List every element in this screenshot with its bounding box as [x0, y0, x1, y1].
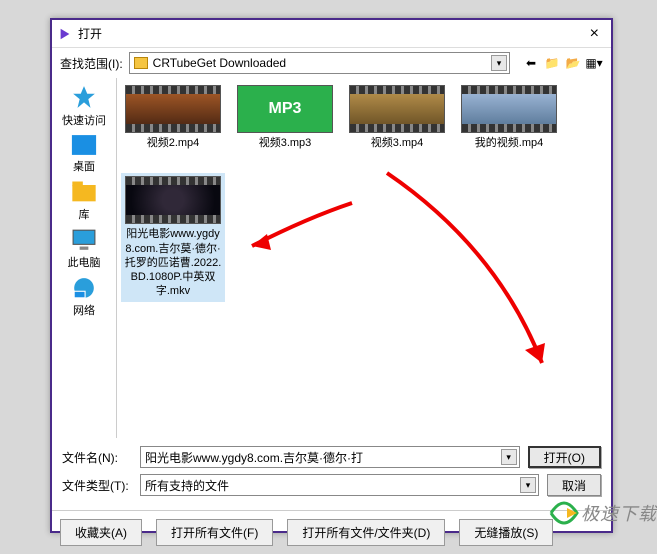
form-area: 文件名(N): 阳光电影www.ygdy8.com.吉尔莫·德尔·打 ▾ 打开(…	[52, 438, 611, 510]
file-name: 阳光电影www.ygdy8.com.吉尔莫·德尔·托罗的匹诺曹.2022.BD.…	[124, 227, 222, 298]
mp3-icon: MP3	[237, 85, 333, 133]
file-item[interactable]: 我的视频.mp4	[457, 82, 561, 153]
filename-value: 阳光电影www.ygdy8.com.吉尔莫·德尔·打	[145, 449, 363, 466]
footer-buttons: 收藏夹(A) 打开所有文件(F) 打开所有文件/文件夹(D) 无缝播放(S)	[52, 510, 611, 554]
sidebar-item-thispc[interactable]: 此电脑	[68, 228, 101, 270]
sidebar-item-quickaccess[interactable]: 快速访问	[62, 84, 106, 128]
sidebar-item-label: 桌面	[73, 158, 95, 174]
new-folder-icon[interactable]: 📂	[564, 54, 582, 72]
main-area: 快速访问 桌面 库 此电脑 网络 视频2.mp4	[52, 78, 611, 438]
filetype-select[interactable]: 所有支持的文件 ▾	[140, 474, 539, 496]
sidebar-item-label: 此电脑	[68, 254, 101, 270]
open-all-files-button[interactable]: 打开所有文件(F)	[156, 519, 273, 546]
open-button[interactable]: 打开(O)	[528, 446, 601, 468]
video-thumbnail	[125, 176, 221, 224]
sidebar-item-desktop[interactable]: 桌面	[70, 134, 98, 174]
file-name: 我的视频.mp4	[475, 136, 543, 150]
sidebar-item-label: 快速访问	[62, 112, 106, 128]
filename-row: 文件名(N): 阳光电影www.ygdy8.com.吉尔莫·德尔·打 ▾ 打开(…	[62, 446, 601, 468]
network-icon	[70, 276, 98, 300]
spacer	[121, 161, 607, 165]
annotation-arrow-1	[237, 198, 357, 258]
sidebar-item-label: 库	[79, 206, 90, 222]
file-item[interactable]: MP3 视频3.mp3	[233, 82, 337, 153]
nav-icons: ⬅ 📁 📂 ▦▾	[522, 54, 603, 72]
file-name: 视频3.mp3	[259, 136, 312, 150]
open-dialog: 打开 × 查找范围(I): CRTubeGet Downloaded ▾ ⬅ 📁…	[50, 18, 613, 533]
file-item-selected[interactable]: 阳光电影www.ygdy8.com.吉尔莫·德尔·托罗的匹诺曹.2022.BD.…	[121, 173, 225, 301]
up-folder-icon[interactable]: 📁	[543, 54, 561, 72]
star-icon	[70, 84, 98, 110]
video-thumbnail	[349, 85, 445, 133]
sidebar-item-libraries[interactable]: 库	[70, 180, 98, 222]
lookup-value: CRTubeGet Downloaded	[153, 56, 286, 70]
back-icon[interactable]: ⬅	[522, 54, 540, 72]
file-name: 视频3.mp4	[371, 136, 424, 150]
file-name: 视频2.mp4	[147, 136, 200, 150]
lookup-row: 查找范围(I): CRTubeGet Downloaded ▾ ⬅ 📁 📂 ▦▾	[52, 48, 611, 78]
seamless-play-button[interactable]: 无缝播放(S)	[459, 519, 553, 546]
titlebar: 打开 ×	[52, 20, 611, 48]
chevron-down-icon[interactable]: ▾	[491, 55, 507, 71]
computer-icon	[70, 228, 98, 252]
file-item[interactable]: 视频2.mp4	[121, 82, 225, 153]
app-play-icon	[58, 27, 72, 41]
sidebar-item-network[interactable]: 网络	[70, 276, 98, 318]
places-sidebar: 快速访问 桌面 库 此电脑 网络	[52, 78, 116, 438]
favorites-button[interactable]: 收藏夹(A)	[60, 519, 142, 546]
chevron-down-icon[interactable]: ▾	[501, 449, 517, 465]
filetype-label: 文件类型(T):	[62, 477, 132, 494]
cancel-button[interactable]: 取消	[547, 474, 601, 496]
lookup-label: 查找范围(I):	[60, 55, 123, 72]
sidebar-item-label: 网络	[73, 302, 95, 318]
library-icon	[70, 180, 98, 204]
annotation-arrow-2	[377, 168, 557, 378]
filetype-value: 所有支持的文件	[145, 477, 229, 494]
chevron-down-icon[interactable]: ▾	[520, 477, 536, 493]
file-item[interactable]: 视频3.mp4	[345, 82, 449, 153]
folder-icon	[134, 57, 148, 69]
filename-input[interactable]: 阳光电影www.ygdy8.com.吉尔莫·德尔·打 ▾	[140, 446, 520, 468]
window-title: 打开	[78, 25, 584, 42]
close-button[interactable]: ×	[584, 25, 605, 43]
video-thumbnail	[125, 85, 221, 133]
open-all-folders-button[interactable]: 打开所有文件/文件夹(D)	[287, 519, 445, 546]
view-menu-icon[interactable]: ▦▾	[585, 54, 603, 72]
desktop-icon	[70, 134, 98, 156]
lookup-combo[interactable]: CRTubeGet Downloaded ▾	[129, 52, 510, 74]
video-thumbnail	[461, 85, 557, 133]
filename-label: 文件名(N):	[62, 449, 132, 466]
filetype-row: 文件类型(T): 所有支持的文件 ▾ 取消	[62, 474, 601, 496]
file-list[interactable]: 视频2.mp4 MP3 视频3.mp3 视频3.mp4 我的视频.mp4 阳光电…	[116, 78, 611, 438]
